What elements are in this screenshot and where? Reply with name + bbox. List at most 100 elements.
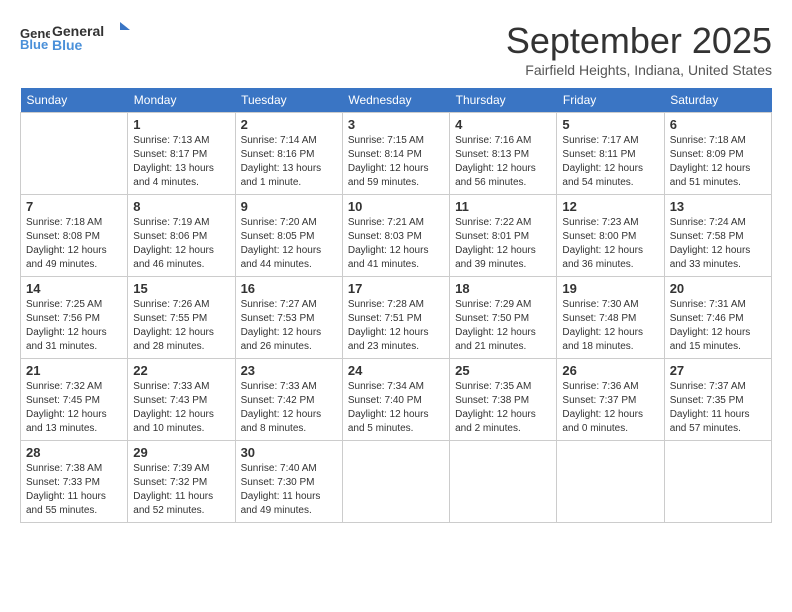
weekday-header-saturday: Saturday [664, 88, 771, 113]
day-info: Sunrise: 7:18 AMSunset: 8:08 PMDaylight:… [26, 216, 122, 272]
calendar: SundayMondayTuesdayWednesdayThursdayFrid… [20, 88, 772, 523]
day-number: 1 [133, 117, 229, 132]
weekday-header-tuesday: Tuesday [235, 88, 342, 113]
day-number: 8 [133, 199, 229, 214]
day-number: 2 [241, 117, 337, 132]
day-number: 15 [133, 281, 229, 296]
header: General Blue General Blue September 2025… [20, 20, 772, 78]
day-info: Sunrise: 7:16 AMSunset: 8:13 PMDaylight:… [455, 134, 551, 190]
day-cell: 16 Sunrise: 7:27 AMSunset: 7:53 PMDaylig… [235, 277, 342, 359]
weekday-header-monday: Monday [128, 88, 235, 113]
day-number: 20 [670, 281, 766, 296]
day-cell [557, 441, 664, 523]
day-info: Sunrise: 7:33 AMSunset: 7:43 PMDaylight:… [133, 380, 229, 436]
day-info: Sunrise: 7:25 AMSunset: 7:56 PMDaylight:… [26, 298, 122, 354]
day-info: Sunrise: 7:37 AMSunset: 7:35 PMDaylight:… [670, 380, 766, 436]
day-number: 25 [455, 363, 551, 378]
day-cell: 20 Sunrise: 7:31 AMSunset: 7:46 PMDaylig… [664, 277, 771, 359]
day-number: 16 [241, 281, 337, 296]
day-info: Sunrise: 7:34 AMSunset: 7:40 PMDaylight:… [348, 380, 444, 436]
day-info: Sunrise: 7:19 AMSunset: 8:06 PMDaylight:… [133, 216, 229, 272]
svg-text:Blue: Blue [52, 37, 83, 53]
day-cell: 9 Sunrise: 7:20 AMSunset: 8:05 PMDayligh… [235, 195, 342, 277]
day-number: 5 [562, 117, 658, 132]
day-cell [664, 441, 771, 523]
day-cell: 17 Sunrise: 7:28 AMSunset: 7:51 PMDaylig… [342, 277, 449, 359]
day-cell [342, 441, 449, 523]
day-cell: 15 Sunrise: 7:26 AMSunset: 7:55 PMDaylig… [128, 277, 235, 359]
day-info: Sunrise: 7:38 AMSunset: 7:33 PMDaylight:… [26, 462, 122, 518]
day-number: 9 [241, 199, 337, 214]
day-info: Sunrise: 7:36 AMSunset: 7:37 PMDaylight:… [562, 380, 658, 436]
title-area: September 2025 Fairfield Heights, Indian… [506, 20, 772, 78]
day-number: 14 [26, 281, 122, 296]
day-cell: 7 Sunrise: 7:18 AMSunset: 8:08 PMDayligh… [21, 195, 128, 277]
day-info: Sunrise: 7:32 AMSunset: 7:45 PMDaylight:… [26, 380, 122, 436]
day-cell: 21 Sunrise: 7:32 AMSunset: 7:45 PMDaylig… [21, 359, 128, 441]
day-info: Sunrise: 7:27 AMSunset: 7:53 PMDaylight:… [241, 298, 337, 354]
day-cell: 3 Sunrise: 7:15 AMSunset: 8:14 PMDayligh… [342, 113, 449, 195]
day-info: Sunrise: 7:24 AMSunset: 7:58 PMDaylight:… [670, 216, 766, 272]
day-cell: 8 Sunrise: 7:19 AMSunset: 8:06 PMDayligh… [128, 195, 235, 277]
day-number: 19 [562, 281, 658, 296]
weekday-header-thursday: Thursday [450, 88, 557, 113]
day-info: Sunrise: 7:30 AMSunset: 7:48 PMDaylight:… [562, 298, 658, 354]
day-number: 28 [26, 445, 122, 460]
location-title: Fairfield Heights, Indiana, United State… [506, 62, 772, 78]
week-row-4: 28 Sunrise: 7:38 AMSunset: 7:33 PMDaylig… [21, 441, 772, 523]
month-title: September 2025 [506, 20, 772, 62]
day-info: Sunrise: 7:18 AMSunset: 8:09 PMDaylight:… [670, 134, 766, 190]
day-number: 3 [348, 117, 444, 132]
day-cell: 2 Sunrise: 7:14 AMSunset: 8:16 PMDayligh… [235, 113, 342, 195]
day-number: 29 [133, 445, 229, 460]
day-number: 23 [241, 363, 337, 378]
day-cell: 24 Sunrise: 7:34 AMSunset: 7:40 PMDaylig… [342, 359, 449, 441]
week-row-0: 1 Sunrise: 7:13 AMSunset: 8:17 PMDayligh… [21, 113, 772, 195]
day-info: Sunrise: 7:21 AMSunset: 8:03 PMDaylight:… [348, 216, 444, 272]
weekday-header-friday: Friday [557, 88, 664, 113]
day-number: 12 [562, 199, 658, 214]
logo: General Blue General Blue [20, 20, 132, 56]
day-cell: 13 Sunrise: 7:24 AMSunset: 7:58 PMDaylig… [664, 195, 771, 277]
svg-text:Blue: Blue [20, 37, 48, 50]
day-cell: 18 Sunrise: 7:29 AMSunset: 7:50 PMDaylig… [450, 277, 557, 359]
day-number: 18 [455, 281, 551, 296]
logo-svg: General Blue [52, 20, 132, 56]
day-cell: 23 Sunrise: 7:33 AMSunset: 7:42 PMDaylig… [235, 359, 342, 441]
day-cell [450, 441, 557, 523]
week-row-3: 21 Sunrise: 7:32 AMSunset: 7:45 PMDaylig… [21, 359, 772, 441]
day-cell: 4 Sunrise: 7:16 AMSunset: 8:13 PMDayligh… [450, 113, 557, 195]
day-number: 22 [133, 363, 229, 378]
day-cell: 29 Sunrise: 7:39 AMSunset: 7:32 PMDaylig… [128, 441, 235, 523]
day-cell: 25 Sunrise: 7:35 AMSunset: 7:38 PMDaylig… [450, 359, 557, 441]
day-number: 30 [241, 445, 337, 460]
day-cell: 14 Sunrise: 7:25 AMSunset: 7:56 PMDaylig… [21, 277, 128, 359]
day-cell: 28 Sunrise: 7:38 AMSunset: 7:33 PMDaylig… [21, 441, 128, 523]
day-number: 21 [26, 363, 122, 378]
day-cell: 12 Sunrise: 7:23 AMSunset: 8:00 PMDaylig… [557, 195, 664, 277]
day-info: Sunrise: 7:35 AMSunset: 7:38 PMDaylight:… [455, 380, 551, 436]
day-info: Sunrise: 7:31 AMSunset: 7:46 PMDaylight:… [670, 298, 766, 354]
day-number: 26 [562, 363, 658, 378]
day-cell: 27 Sunrise: 7:37 AMSunset: 7:35 PMDaylig… [664, 359, 771, 441]
day-info: Sunrise: 7:22 AMSunset: 8:01 PMDaylight:… [455, 216, 551, 272]
day-cell: 6 Sunrise: 7:18 AMSunset: 8:09 PMDayligh… [664, 113, 771, 195]
day-cell: 22 Sunrise: 7:33 AMSunset: 7:43 PMDaylig… [128, 359, 235, 441]
day-cell: 26 Sunrise: 7:36 AMSunset: 7:37 PMDaylig… [557, 359, 664, 441]
day-info: Sunrise: 7:40 AMSunset: 7:30 PMDaylight:… [241, 462, 337, 518]
day-number: 11 [455, 199, 551, 214]
day-info: Sunrise: 7:14 AMSunset: 8:16 PMDaylight:… [241, 134, 337, 190]
day-info: Sunrise: 7:20 AMSunset: 8:05 PMDaylight:… [241, 216, 337, 272]
week-row-2: 14 Sunrise: 7:25 AMSunset: 7:56 PMDaylig… [21, 277, 772, 359]
day-info: Sunrise: 7:28 AMSunset: 7:51 PMDaylight:… [348, 298, 444, 354]
day-number: 17 [348, 281, 444, 296]
day-number: 4 [455, 117, 551, 132]
day-number: 7 [26, 199, 122, 214]
weekday-header-wednesday: Wednesday [342, 88, 449, 113]
day-info: Sunrise: 7:17 AMSunset: 8:11 PMDaylight:… [562, 134, 658, 190]
logo-icon: General Blue [20, 26, 50, 50]
day-info: Sunrise: 7:26 AMSunset: 7:55 PMDaylight:… [133, 298, 229, 354]
day-cell: 5 Sunrise: 7:17 AMSunset: 8:11 PMDayligh… [557, 113, 664, 195]
day-cell: 11 Sunrise: 7:22 AMSunset: 8:01 PMDaylig… [450, 195, 557, 277]
day-info: Sunrise: 7:15 AMSunset: 8:14 PMDaylight:… [348, 134, 444, 190]
